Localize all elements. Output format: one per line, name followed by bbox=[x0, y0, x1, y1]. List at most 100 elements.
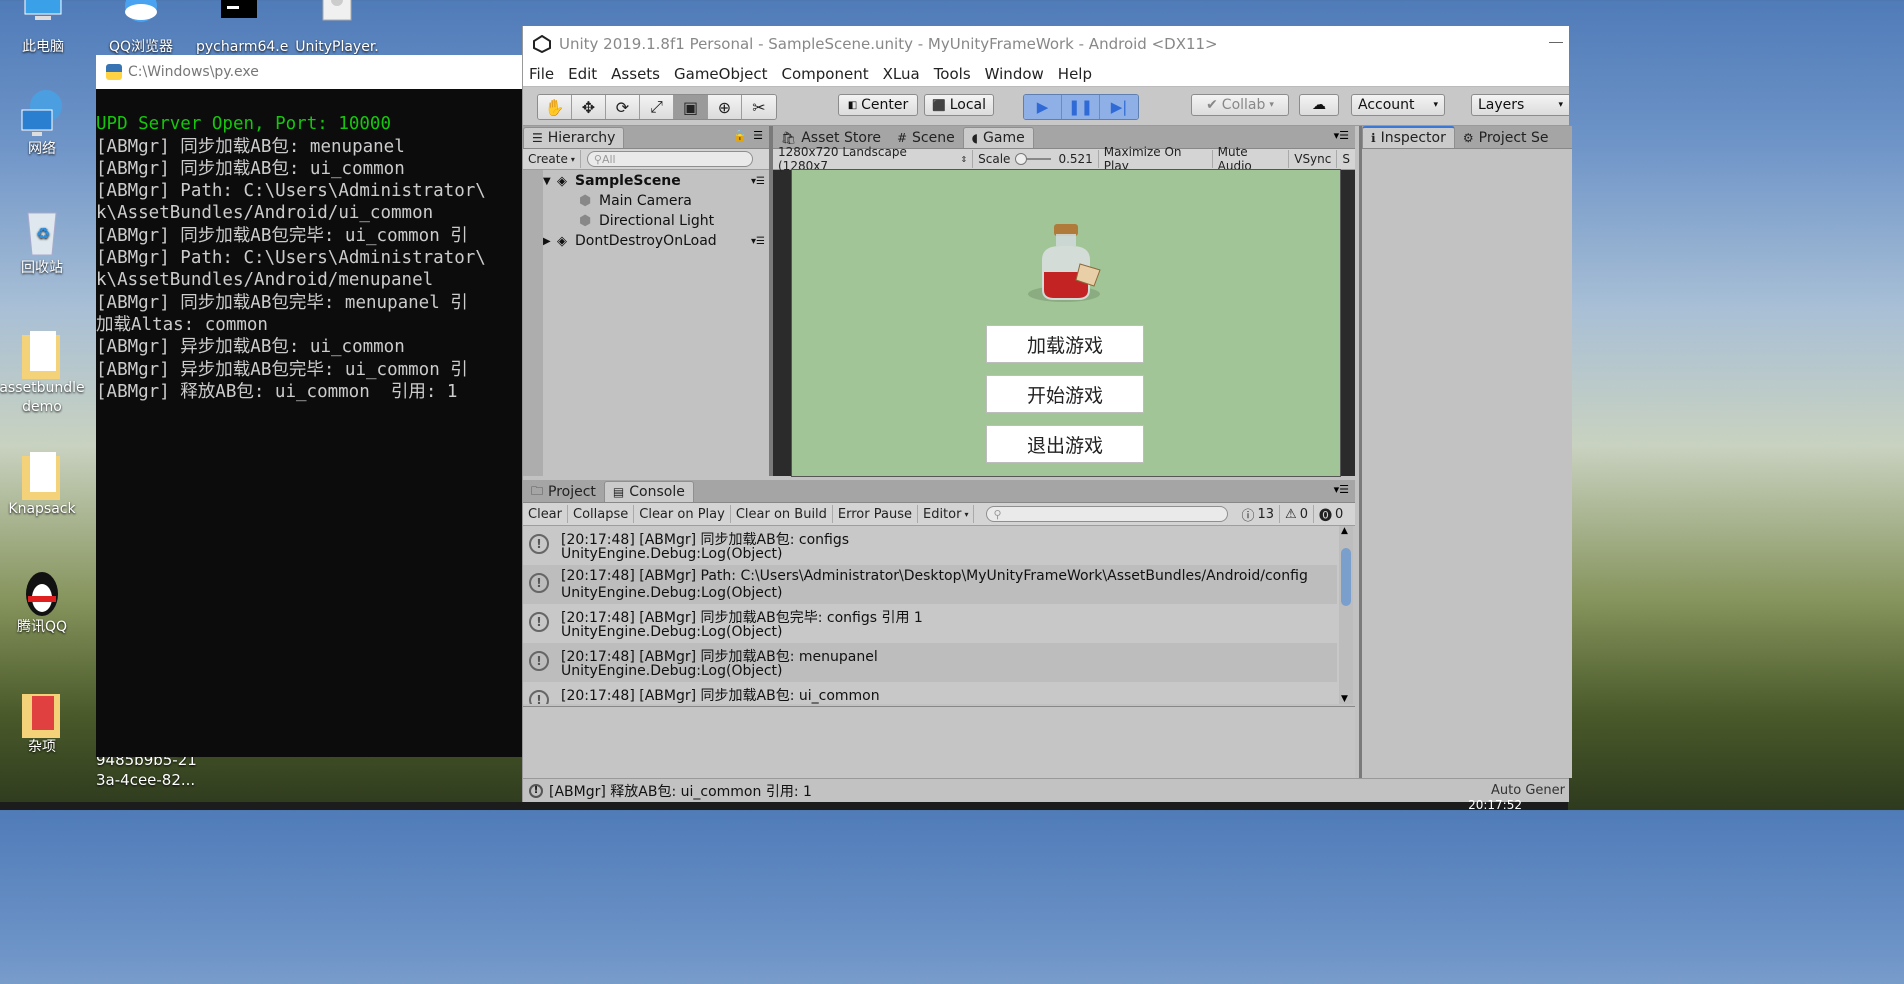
desktop-icon-this-pc[interactable]: 此电脑 bbox=[0, 0, 86, 57]
hand-tool-icon[interactable]: ✋ bbox=[538, 95, 572, 119]
menu-window[interactable]: Window bbox=[985, 65, 1044, 83]
console-scrollbar[interactable]: ▲ ▼ bbox=[1339, 526, 1353, 704]
hierarchy-panel: ☰ Hierarchy 🔒 ☰ Create ▾ ⚲ All ▼ ◈ Sampl… bbox=[523, 126, 769, 476]
pivot-center-button[interactable]: ◧ Center bbox=[838, 94, 918, 116]
scale-tool-icon[interactable]: ⤢ bbox=[640, 95, 674, 119]
console-log-list[interactable]: ! [20:17:48] [ABMgr] 同步加载AB包: configs Un… bbox=[523, 526, 1339, 704]
console-log-row[interactable]: ! [20:17:48] [ABMgr] 同步加载AB包: menupanel … bbox=[523, 643, 1337, 682]
console-search-input[interactable]: ⚲ bbox=[986, 506, 1229, 522]
hierarchy-toolbar: Create ▾ ⚲ All bbox=[523, 149, 769, 170]
log-filter-toggle[interactable]: ⓘ 13 bbox=[1236, 505, 1281, 524]
pivot-local-button[interactable]: ⬛ Local bbox=[924, 94, 994, 116]
scale-slider[interactable] bbox=[1015, 153, 1052, 165]
panel-menu-icon[interactable]: ▾☰ bbox=[751, 236, 765, 247]
panel-menu-icon[interactable]: ▾☰ bbox=[1334, 129, 1349, 142]
status-bar[interactable]: ! [ABMgr] 释放AB包: ui_common 引用: 1 Auto Ge… bbox=[523, 778, 1569, 802]
desktop-icon-network[interactable]: 网络 bbox=[0, 88, 85, 159]
expand-arrow-icon[interactable]: ▶ bbox=[543, 236, 557, 247]
menu-help[interactable]: Help bbox=[1058, 65, 1092, 83]
error-filter-toggle[interactable]: ⓿ 0 bbox=[1314, 505, 1348, 524]
scene-row[interactable]: ▼ ◈ SampleScene ▾☰ bbox=[543, 171, 769, 191]
panel-menu-icon[interactable]: ▾☰ bbox=[1334, 483, 1349, 496]
maximize-on-play-toggle[interactable]: Maximize On Play bbox=[1099, 145, 1213, 173]
scroll-up-icon[interactable]: ▲ bbox=[1341, 526, 1348, 536]
hierarchy-search-input[interactable]: ⚲ All bbox=[586, 151, 753, 167]
tab-project-settings[interactable]: ⚙ Project Se bbox=[1455, 128, 1557, 148]
menu-component[interactable]: Component bbox=[782, 65, 869, 83]
unity-editor-window[interactable]: Unity 2019.1.8f1 Personal - SampleScene.… bbox=[522, 26, 1572, 802]
step-icon[interactable]: ▶| bbox=[1100, 95, 1138, 119]
transform-tool-icon[interactable]: ⊕ bbox=[708, 95, 742, 119]
desktop-icon-unityplayer[interactable]: UnityPlayer. bbox=[294, 0, 380, 57]
menu-assets[interactable]: Assets bbox=[611, 65, 660, 83]
lock-icon[interactable]: 🔒 bbox=[733, 129, 747, 142]
rect-tool-icon[interactable]: ▣ bbox=[674, 95, 708, 119]
vsync-toggle[interactable]: VSync bbox=[1289, 150, 1338, 168]
warning-filter-toggle[interactable]: ⚠ 0 bbox=[1280, 505, 1314, 523]
resolution-dropdown[interactable]: 1280x720 Landscape (1280x7 ⇕ bbox=[773, 145, 974, 173]
pause-icon[interactable]: ❚❚ bbox=[1062, 95, 1100, 119]
tab-console[interactable]: ▤ Console bbox=[603, 481, 694, 502]
menu-edit[interactable]: Edit bbox=[568, 65, 597, 83]
console-titlebar[interactable]: C:\Windows\py.exe bbox=[96, 55, 524, 89]
scale-control[interactable]: Scale 0.521 bbox=[973, 150, 1099, 168]
minimize-icon[interactable] bbox=[1549, 42, 1563, 43]
clear-on-build-toggle[interactable]: Clear on Build bbox=[731, 505, 833, 523]
panel-menu-icon[interactable]: ▾☰ bbox=[751, 176, 765, 187]
desktop-icon-qq-browser[interactable]: QQ浏览器 bbox=[98, 0, 184, 57]
account-dropdown[interactable]: Account ▾ bbox=[1351, 94, 1445, 116]
desktop-icon-pycharm[interactable]: pycharm64.e bbox=[196, 0, 288, 57]
menu-gameobject[interactable]: GameObject bbox=[674, 65, 768, 83]
menu-tools[interactable]: Tools bbox=[934, 65, 971, 83]
console-detail-area[interactable] bbox=[523, 706, 1355, 779]
tab-inspector[interactable]: ℹ Inspector bbox=[1362, 126, 1455, 148]
game-viewport[interactable]: 加载游戏 开始游戏 退出游戏 bbox=[791, 169, 1341, 477]
desktop-icon-knapsack[interactable]: Knapsack bbox=[0, 448, 85, 519]
tab-game[interactable]: ◖ Game bbox=[962, 127, 1034, 148]
collapse-toggle[interactable]: Collapse bbox=[568, 505, 635, 523]
desktop-icon-tencent-qq[interactable]: 腾讯QQ bbox=[0, 566, 85, 637]
tab-project[interactable]: 🗀 Project bbox=[523, 482, 604, 502]
menu-file[interactable]: File bbox=[529, 65, 554, 83]
console-log-row[interactable]: ! [20:17:48] [ABMgr] 同步加载AB包: ui_common bbox=[523, 682, 1337, 704]
play-icon[interactable]: ▶ bbox=[1024, 95, 1062, 119]
hierarchy-item[interactable]: ⬢ Directional Light bbox=[579, 211, 769, 231]
desktop-icon-assetbundle-demo[interactable]: assetbundle demo bbox=[0, 327, 85, 417]
console-panel: 🗀 Project ▤ Console ▾☰ Clear Collapse Cl… bbox=[523, 480, 1355, 779]
slider-thumb[interactable] bbox=[1015, 153, 1028, 165]
move-tool-icon[interactable]: ✥ bbox=[572, 95, 606, 119]
panel-menu-icon[interactable]: ☰ bbox=[753, 129, 763, 142]
window-title: Unity 2019.1.8f1 Personal - SampleScene.… bbox=[559, 35, 1218, 53]
load-game-button[interactable]: 加载游戏 bbox=[986, 325, 1144, 363]
unity-titlebar[interactable]: Unity 2019.1.8f1 Personal - SampleScene.… bbox=[523, 26, 1569, 62]
console-log-row[interactable]: ! [20:17:48] [ABMgr] 同步加载AB包完毕: configs … bbox=[523, 604, 1337, 643]
mute-audio-toggle[interactable]: Mute Audio bbox=[1213, 145, 1290, 173]
tab-hierarchy[interactable]: ☰ Hierarchy bbox=[523, 127, 625, 148]
desktop-icon-misc[interactable]: 杂项 bbox=[0, 686, 85, 757]
scroll-thumb[interactable] bbox=[1341, 548, 1351, 606]
rotate-tool-icon[interactable]: ⟳ bbox=[606, 95, 640, 119]
log-stacktrace: UnityEngine.Debug:Log(Object) bbox=[561, 624, 783, 640]
clear-on-play-toggle[interactable]: Clear on Play bbox=[634, 505, 731, 523]
hierarchy-item[interactable]: ⬢ Main Camera bbox=[579, 191, 769, 211]
error-pause-toggle[interactable]: Error Pause bbox=[833, 505, 918, 523]
cloud-button[interactable]: ☁ bbox=[1299, 94, 1339, 116]
quit-game-button[interactable]: 退出游戏 bbox=[986, 425, 1144, 463]
expand-arrow-icon[interactable]: ▼ bbox=[543, 176, 557, 187]
custom-tool-icon[interactable]: ✂ bbox=[742, 95, 776, 119]
collab-button[interactable]: ✔ Collab ▾ bbox=[1191, 94, 1289, 116]
editor-dropdown[interactable]: Editor ▾ bbox=[918, 505, 975, 523]
scroll-down-icon[interactable]: ▼ bbox=[1341, 694, 1348, 704]
menu-xlua[interactable]: XLua bbox=[883, 65, 920, 83]
desktop-icon-recycle-bin[interactable]: ♻ 回收站 bbox=[0, 207, 85, 278]
start-game-button[interactable]: 开始游戏 bbox=[986, 375, 1144, 413]
info-log-icon: ! bbox=[529, 612, 549, 632]
ddol-row[interactable]: ▶ ◈ DontDestroyOnLoad ▾☰ bbox=[543, 231, 769, 251]
layers-dropdown[interactable]: Layers ▾ bbox=[1471, 94, 1569, 116]
create-dropdown[interactable]: Create ▾ bbox=[523, 150, 581, 168]
stats-toggle[interactable]: S bbox=[1337, 150, 1355, 168]
clear-button[interactable]: Clear bbox=[523, 505, 568, 523]
console-log-row[interactable]: ! [20:17:48] [ABMgr] Path: C:\Users\Admi… bbox=[523, 565, 1337, 604]
console-window[interactable]: C:\Windows\py.exe UPD Server Open, Port:… bbox=[96, 55, 524, 757]
console-log-row[interactable]: ! [20:17:48] [ABMgr] 同步加载AB包: configs Un… bbox=[523, 526, 1337, 565]
